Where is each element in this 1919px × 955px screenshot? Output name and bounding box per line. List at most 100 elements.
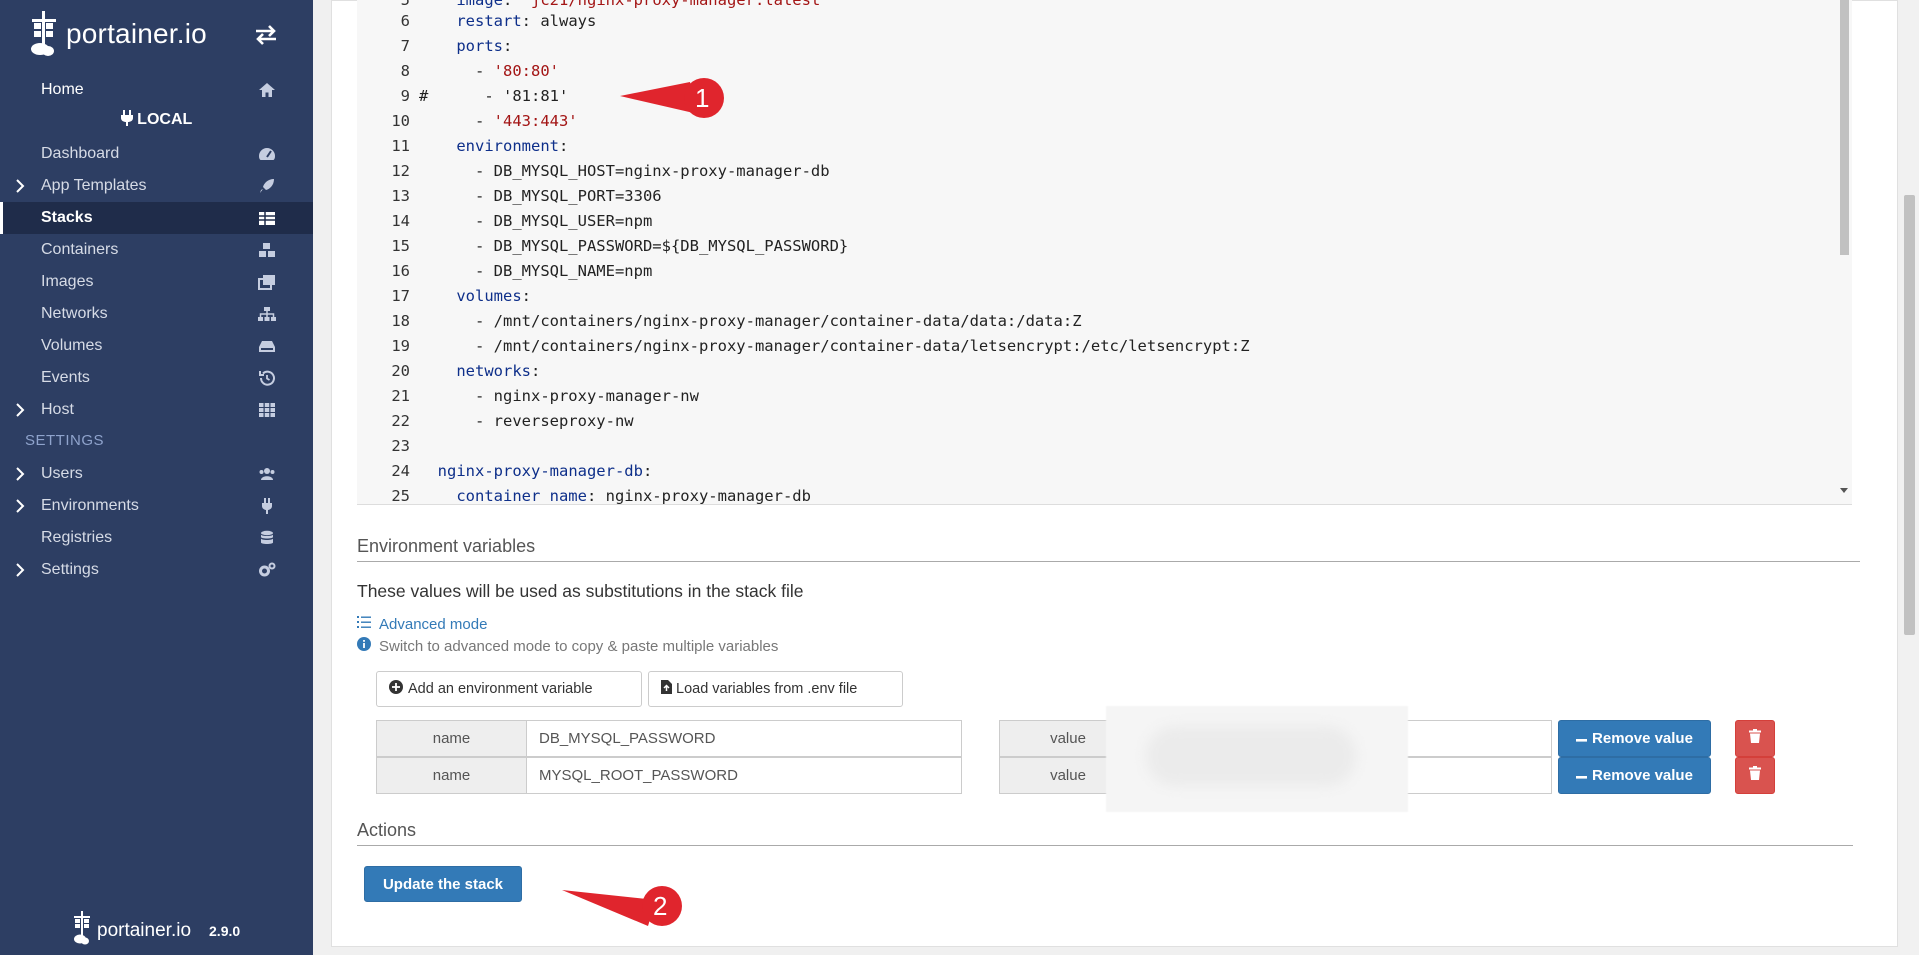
- callout-number: 2: [653, 891, 668, 921]
- chevron-right-icon: [14, 562, 26, 578]
- cubes-icon: [258, 242, 276, 258]
- home-icon: [258, 82, 276, 98]
- environment-name: LOCAL: [0, 110, 313, 134]
- code-line: 24 nginx-proxy-manager-db:: [391, 462, 653, 480]
- env-name-addon: name: [376, 720, 527, 757]
- info-circle-icon: [357, 637, 371, 655]
- sidebar-item-label: Home: [41, 81, 84, 98]
- code-line: 10 - '443:443': [391, 112, 578, 130]
- sidebar-item-label: Stacks: [41, 209, 93, 226]
- code-line: 15 - DB_MYSQL_PASSWORD=${DB_MYSQL_PASSWO…: [391, 237, 849, 255]
- update-stack-button[interactable]: Update the stack: [364, 866, 522, 902]
- sidebar-item-label: Registries: [41, 529, 113, 546]
- remove-value-button[interactable]: Remove value: [1558, 720, 1711, 757]
- code-line: 23: [391, 437, 410, 455]
- code-line: 12 - DB_MYSQL_HOST=nginx-proxy-manager-d…: [391, 162, 830, 180]
- editor-scrollbar[interactable]: [1837, 0, 1852, 504]
- code-line: 13 - DB_MYSQL_PORT=3306: [391, 187, 662, 205]
- sidebar: portainer.io Home LOCAL Dashboard App Te…: [0, 0, 313, 955]
- sidebar-item-label: Dashboard: [41, 145, 120, 162]
- trash-icon: [1749, 729, 1761, 748]
- env-name-input[interactable]: DB_MYSQL_PASSWORD: [526, 720, 962, 757]
- chevron-right-icon: [14, 178, 26, 194]
- sidebar-item-label: Containers: [41, 241, 119, 258]
- code-line: 22 - reverseproxy-nw: [391, 412, 634, 430]
- sidebar-item-label: Host: [41, 401, 74, 418]
- sitemap-icon: [258, 306, 276, 322]
- th-icon: [258, 402, 276, 418]
- hdd-icon: [258, 338, 276, 354]
- cogs-icon: [258, 562, 276, 578]
- load-env-file-button[interactable]: Load variables from .env file: [648, 671, 903, 707]
- stack-code-editor[interactable]: 5 image: 'jc21/nginx-proxy-manager:lates…: [357, 0, 1852, 505]
- sidebar-item-dashboard[interactable]: Dashboard: [0, 138, 313, 170]
- page-scrollbar[interactable]: [1900, 0, 1919, 955]
- minus-icon: [1576, 767, 1588, 784]
- code-line: 8 - '80:80': [400, 62, 559, 80]
- code-line: 18 - /mnt/containers/nginx-proxy-manager…: [391, 312, 1082, 330]
- sidebar-item-home[interactable]: Home: [0, 74, 313, 106]
- database-icon: [258, 530, 276, 546]
- sidebar-item-images[interactable]: Images: [0, 266, 313, 298]
- sidebar-item-label: Environments: [41, 497, 139, 514]
- scroll-down-icon[interactable]: [1840, 488, 1848, 493]
- code-line: 21 - nginx-proxy-manager-nw: [391, 387, 699, 405]
- advanced-mode-link[interactable]: Advanced mode: [357, 615, 487, 633]
- sidebar-item-volumes[interactable]: Volumes: [0, 330, 313, 362]
- code-line: 9 # - '81:81': [400, 87, 569, 105]
- code-line: 7 ports:: [400, 37, 513, 55]
- plug-icon: [120, 110, 137, 128]
- footer-brand-name: portainer.io: [97, 919, 192, 941]
- brand-name: portainer.io: [66, 18, 207, 49]
- users-icon: [258, 466, 276, 482]
- delete-variable-button[interactable]: [1735, 720, 1775, 757]
- chevron-right-icon: [14, 498, 26, 514]
- page-scrollbar-thumb[interactable]: [1904, 195, 1915, 635]
- settings-section-title: SETTINGS: [25, 432, 105, 449]
- annotation-callout-1: 1: [618, 74, 728, 124]
- remove-value-button[interactable]: Remove value: [1558, 757, 1711, 794]
- sidebar-item-label: Events: [41, 369, 90, 386]
- code-line: 11 environment:: [391, 137, 569, 155]
- advanced-mode-hint: Switch to advanced mode to copy & paste …: [357, 637, 778, 655]
- tachometer-icon: [258, 146, 276, 162]
- sidebar-item-settings[interactable]: Settings: [0, 554, 313, 586]
- sidebar-item-registries[interactable]: Registries: [0, 522, 313, 554]
- editor-scrollbar-thumb[interactable]: [1840, 0, 1849, 255]
- portainer-logo-icon: [72, 910, 94, 951]
- sidebar-item-host[interactable]: Host: [0, 394, 313, 426]
- annotation-callout-2: 2: [560, 880, 690, 930]
- env-section-title: Environment variables: [357, 536, 536, 556]
- file-upload-icon: [661, 680, 672, 698]
- env-name-input[interactable]: MYSQL_ROOT_PASSWORD: [526, 757, 962, 794]
- trash-icon: [1749, 766, 1761, 785]
- table-icon: [258, 210, 276, 226]
- code-line: 14 - DB_MYSQL_USER=npm: [391, 212, 653, 230]
- sidebar-item-label: Volumes: [41, 337, 103, 354]
- code-line: 16 - DB_MYSQL_NAME=npm: [391, 262, 653, 280]
- sidebar-item-containers[interactable]: Containers: [0, 234, 313, 266]
- footer-brand: portainer.io 2.9.0: [72, 910, 240, 951]
- plug-icon: [258, 498, 276, 514]
- code-line: 20 networks:: [391, 362, 541, 380]
- sidebar-item-events[interactable]: Events: [0, 362, 313, 394]
- code-line: 19 - /mnt/containers/nginx-proxy-manager…: [391, 337, 1250, 355]
- sidebar-item-app-templates[interactable]: App Templates: [0, 170, 313, 202]
- sidebar-item-users[interactable]: Users: [0, 458, 313, 490]
- portainer-logo-icon: [28, 9, 62, 59]
- clone-icon: [258, 274, 276, 290]
- plus-circle-icon: [389, 680, 403, 698]
- version-label: 2.9.0: [209, 922, 241, 939]
- sidebar-toggle-icon[interactable]: [252, 24, 280, 46]
- sidebar-item-stacks[interactable]: Stacks: [0, 202, 313, 234]
- sidebar-item-label: Networks: [41, 305, 108, 322]
- code-line: 25 container_name: nginx-proxy-manager-d…: [391, 487, 811, 505]
- sidebar-item-environments[interactable]: Environments: [0, 490, 313, 522]
- delete-variable-button[interactable]: [1735, 757, 1775, 794]
- brand-logo[interactable]: portainer.io: [28, 6, 207, 62]
- sidebar-item-label: Users: [41, 465, 83, 482]
- sidebar-item-networks[interactable]: Networks: [0, 298, 313, 330]
- history-icon: [258, 370, 276, 386]
- add-env-variable-button[interactable]: Add an environment variable: [376, 671, 642, 707]
- minus-icon: [1576, 730, 1588, 747]
